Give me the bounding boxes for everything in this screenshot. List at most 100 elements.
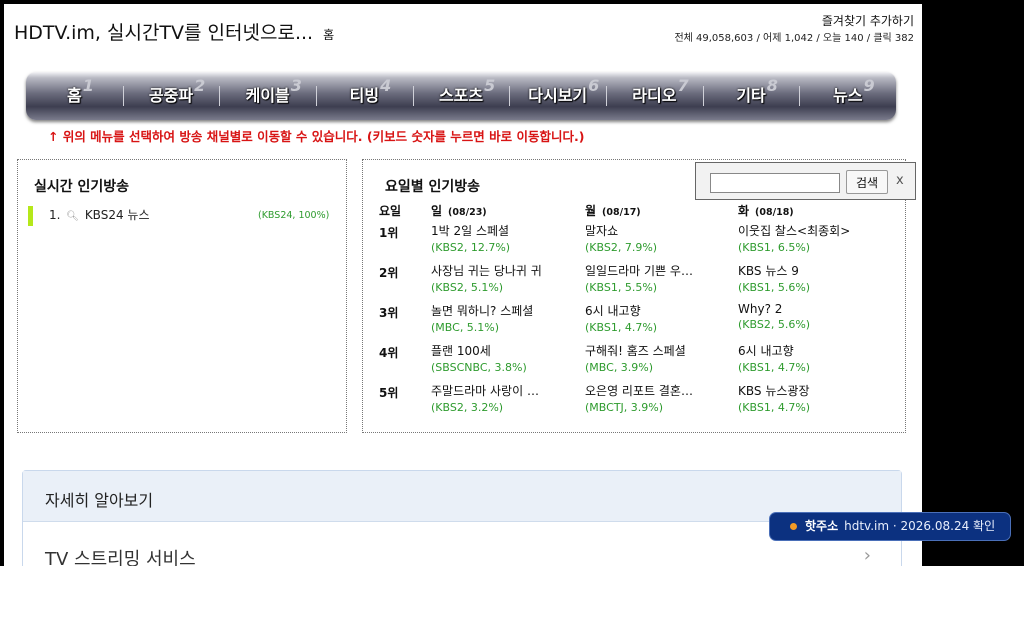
program-name[interactable]: 오은영 리포트 결혼… xyxy=(585,382,725,399)
main-nav: 홈1 공중파 2 케이블 3 티빙 4 스포츠 5 다시보기 6 라디오 7 기타 8 뉴스 9 xyxy=(26,72,896,120)
nav-label: 공중파 xyxy=(148,86,194,105)
program-name[interactable]: 일일드라마 기쁜 우… xyxy=(585,262,725,279)
schedule-cell[interactable]: 말자쇼 (KBS2, 7.9%) xyxy=(585,222,725,254)
schedule-cell[interactable]: 오은영 리포트 결혼… (MBCTJ, 3.9%) xyxy=(585,382,725,414)
nav-label: 케이블 xyxy=(245,86,290,105)
site-title: HDTV.im, 실시간TV를 인터넷으로... 홈 xyxy=(14,18,334,45)
rank-number: 1. xyxy=(49,208,61,222)
program-meta: (KBS2, 7.9%) xyxy=(585,241,658,254)
site-title-text[interactable]: HDTV.im, 실시간TV를 인터넷으로... xyxy=(14,22,313,44)
bottom-blank-area xyxy=(0,566,1024,640)
realtime-popular-panel: 실시간 인기방송 1. 🔍︎ KBS24 뉴스 (KBS24, 100%) xyxy=(17,159,347,433)
program-meta: (SBSCNBC, 3.8%) xyxy=(431,361,527,374)
nav-item-broadcast[interactable]: 공중파 2 xyxy=(122,76,220,108)
program-meta: (KBS2, 5.6%) xyxy=(738,318,811,331)
nav-hint: ↑ 위의 메뉴를 선택하여 방송 채널별로 이동할 수 있습니다. (키보드 숫… xyxy=(48,129,585,144)
learn-more-link[interactable]: TV 스트리밍 서비스 xyxy=(45,545,196,566)
nav-item-replay[interactable]: 다시보기 6 xyxy=(509,76,606,108)
day-date: (08/18) xyxy=(755,207,794,218)
rank-label: 2위 xyxy=(379,266,399,280)
program-name[interactable]: KBS 뉴스 9 xyxy=(738,262,878,279)
schedule-cell[interactable]: 일일드라마 기쁜 우… (KBS1, 5.5%) xyxy=(585,262,725,294)
nav-shortcut-number: 2 xyxy=(194,76,206,95)
program-name[interactable]: 6시 내고향 xyxy=(738,342,878,359)
chevron-right-icon[interactable]: › xyxy=(864,545,871,566)
schedule-cell[interactable]: 1박 2일 스페셜 (KBS2, 12.7%) xyxy=(431,222,571,254)
program-meta: (KBS1, 4.7%) xyxy=(738,361,811,374)
rank-label: 5위 xyxy=(379,386,399,400)
program-name[interactable]: KBS 뉴스광장 xyxy=(738,382,878,399)
program-name[interactable]: 1박 2일 스페셜 xyxy=(431,222,571,239)
day-name: 월 xyxy=(585,204,597,218)
program-meta: (KBS24, 100%) xyxy=(258,210,330,221)
program-name[interactable]: KBS24 뉴스 xyxy=(85,208,150,222)
nav-item-sports[interactable]: 스포츠 5 xyxy=(412,76,510,108)
schedule-cell[interactable]: 구해줘! 홈즈 스페셜 (MBC, 3.9%) xyxy=(585,342,725,374)
status-dot-icon xyxy=(790,522,797,530)
program-name[interactable]: 6시 내고향 xyxy=(585,302,725,319)
schedule-cell[interactable]: KBS 뉴스 9 (KBS1, 5.6%) xyxy=(738,262,878,294)
program-meta: (KBS1, 4.7%) xyxy=(738,401,811,414)
schedule-cell[interactable]: 주말드라마 사랑이 … (KBS2, 3.2%) xyxy=(431,382,571,414)
nav-shortcut-number: 4 xyxy=(380,76,392,95)
nav-label: 다시보기 xyxy=(528,86,588,105)
program-meta: (KBS2, 5.1%) xyxy=(431,281,504,294)
nav-label: 티빙 xyxy=(349,86,380,105)
program-name[interactable]: 놀면 뭐하니? 스페셜 xyxy=(431,302,571,319)
nav-label: 뉴스 xyxy=(832,86,863,105)
program-name[interactable]: Why? 2 xyxy=(738,302,878,316)
nav-shortcut-number: 6 xyxy=(588,76,600,95)
nav-item-news[interactable]: 뉴스 9 xyxy=(799,76,896,108)
schedule-cell[interactable]: 이웃집 찰스<최종회> (KBS1, 6.5%) xyxy=(738,222,878,254)
nav-item-home[interactable]: 홈1 xyxy=(26,76,123,108)
program-meta: (MBCTJ, 3.9%) xyxy=(585,401,664,414)
search-button[interactable]: 검색 xyxy=(846,170,888,194)
nav-shortcut-number: 7 xyxy=(677,76,689,95)
program-meta: (KBS1, 4.7%) xyxy=(585,321,658,334)
nav-item-tving[interactable]: 티빙 4 xyxy=(316,76,413,108)
page: HDTV.im, 실시간TV를 인터넷으로... 홈 즐겨찾기 추가하기 전체 … xyxy=(4,4,922,566)
toast-text: hdtv.im · 2026.08.24 확인 xyxy=(844,519,996,533)
program-name[interactable]: 이웃집 찰스<최종회> xyxy=(738,222,878,239)
learn-more-title: 자세히 알아보기 xyxy=(45,491,154,510)
schedule-cell[interactable]: 6시 내고향 (KBS1, 4.7%) xyxy=(585,302,725,334)
day-name: 화 xyxy=(738,204,750,218)
day-name: 일 xyxy=(431,204,443,218)
home-link[interactable]: 홈 xyxy=(323,28,334,42)
schedule-cell[interactable]: 놀면 뭐하니? 스페셜 (MBC, 5.1%) xyxy=(431,302,571,334)
realtime-list-item[interactable]: 1. 🔍︎ KBS24 뉴스 xyxy=(49,206,150,223)
schedule-cell[interactable]: 6시 내고향 (KBS1, 4.7%) xyxy=(738,342,878,374)
nav-item-radio[interactable]: 라디오 7 xyxy=(606,76,703,108)
hot-address-toast[interactable]: 핫주소 hdtv.im · 2026.08.24 확인 xyxy=(769,512,1011,541)
search-popup: 검색 x xyxy=(695,162,916,200)
favorite-link[interactable]: 즐겨찾기 추가하기 xyxy=(822,12,914,29)
rank-label: 4위 xyxy=(379,346,399,360)
program-name[interactable]: 플랜 100세 xyxy=(431,342,571,359)
program-meta: (MBC, 5.1%) xyxy=(431,321,500,334)
schedule-cell[interactable]: 플랜 100세 (SBSCNBC, 3.8%) xyxy=(431,342,571,374)
nav-shortcut-number: 9 xyxy=(863,76,875,95)
schedule-cell[interactable]: KBS 뉴스광장 (KBS1, 4.7%) xyxy=(738,382,878,414)
program-name[interactable]: 주말드라마 사랑이 … xyxy=(431,382,571,399)
schedule-cell[interactable]: 사장님 귀는 당나귀 귀 (KBS2, 5.1%) xyxy=(431,262,571,294)
program-name[interactable]: 사장님 귀는 당나귀 귀 xyxy=(431,262,571,279)
day-column-header: 요일 xyxy=(379,204,402,218)
nav-item-etc[interactable]: 기타 8 xyxy=(702,76,800,108)
rank-label: 1위 xyxy=(379,226,399,240)
nav-label: 스포츠 xyxy=(438,86,484,105)
toast-label: 핫주소 xyxy=(805,519,839,533)
program-name[interactable]: 말자쇼 xyxy=(585,222,725,239)
nav-label: 라디오 xyxy=(632,86,677,105)
program-name[interactable]: 구해줘! 홈즈 스페셜 xyxy=(585,342,725,359)
schedule-cell[interactable]: Why? 2 (KBS2, 5.6%) xyxy=(738,302,878,331)
rank-highlight-bar xyxy=(28,206,33,226)
program-meta: (MBC, 3.9%) xyxy=(585,361,654,374)
nav-label: 기타 xyxy=(736,86,766,105)
search-input[interactable] xyxy=(710,173,840,193)
rank-label: 3위 xyxy=(379,306,399,320)
close-icon[interactable]: x xyxy=(896,173,904,188)
nav-item-cable[interactable]: 케이블 3 xyxy=(219,76,316,108)
realtime-popular-title: 실시간 인기방송 xyxy=(34,179,130,195)
nav-shortcut-number: 5 xyxy=(484,76,496,95)
day-header-tue: 화 (08/18) xyxy=(738,202,794,219)
